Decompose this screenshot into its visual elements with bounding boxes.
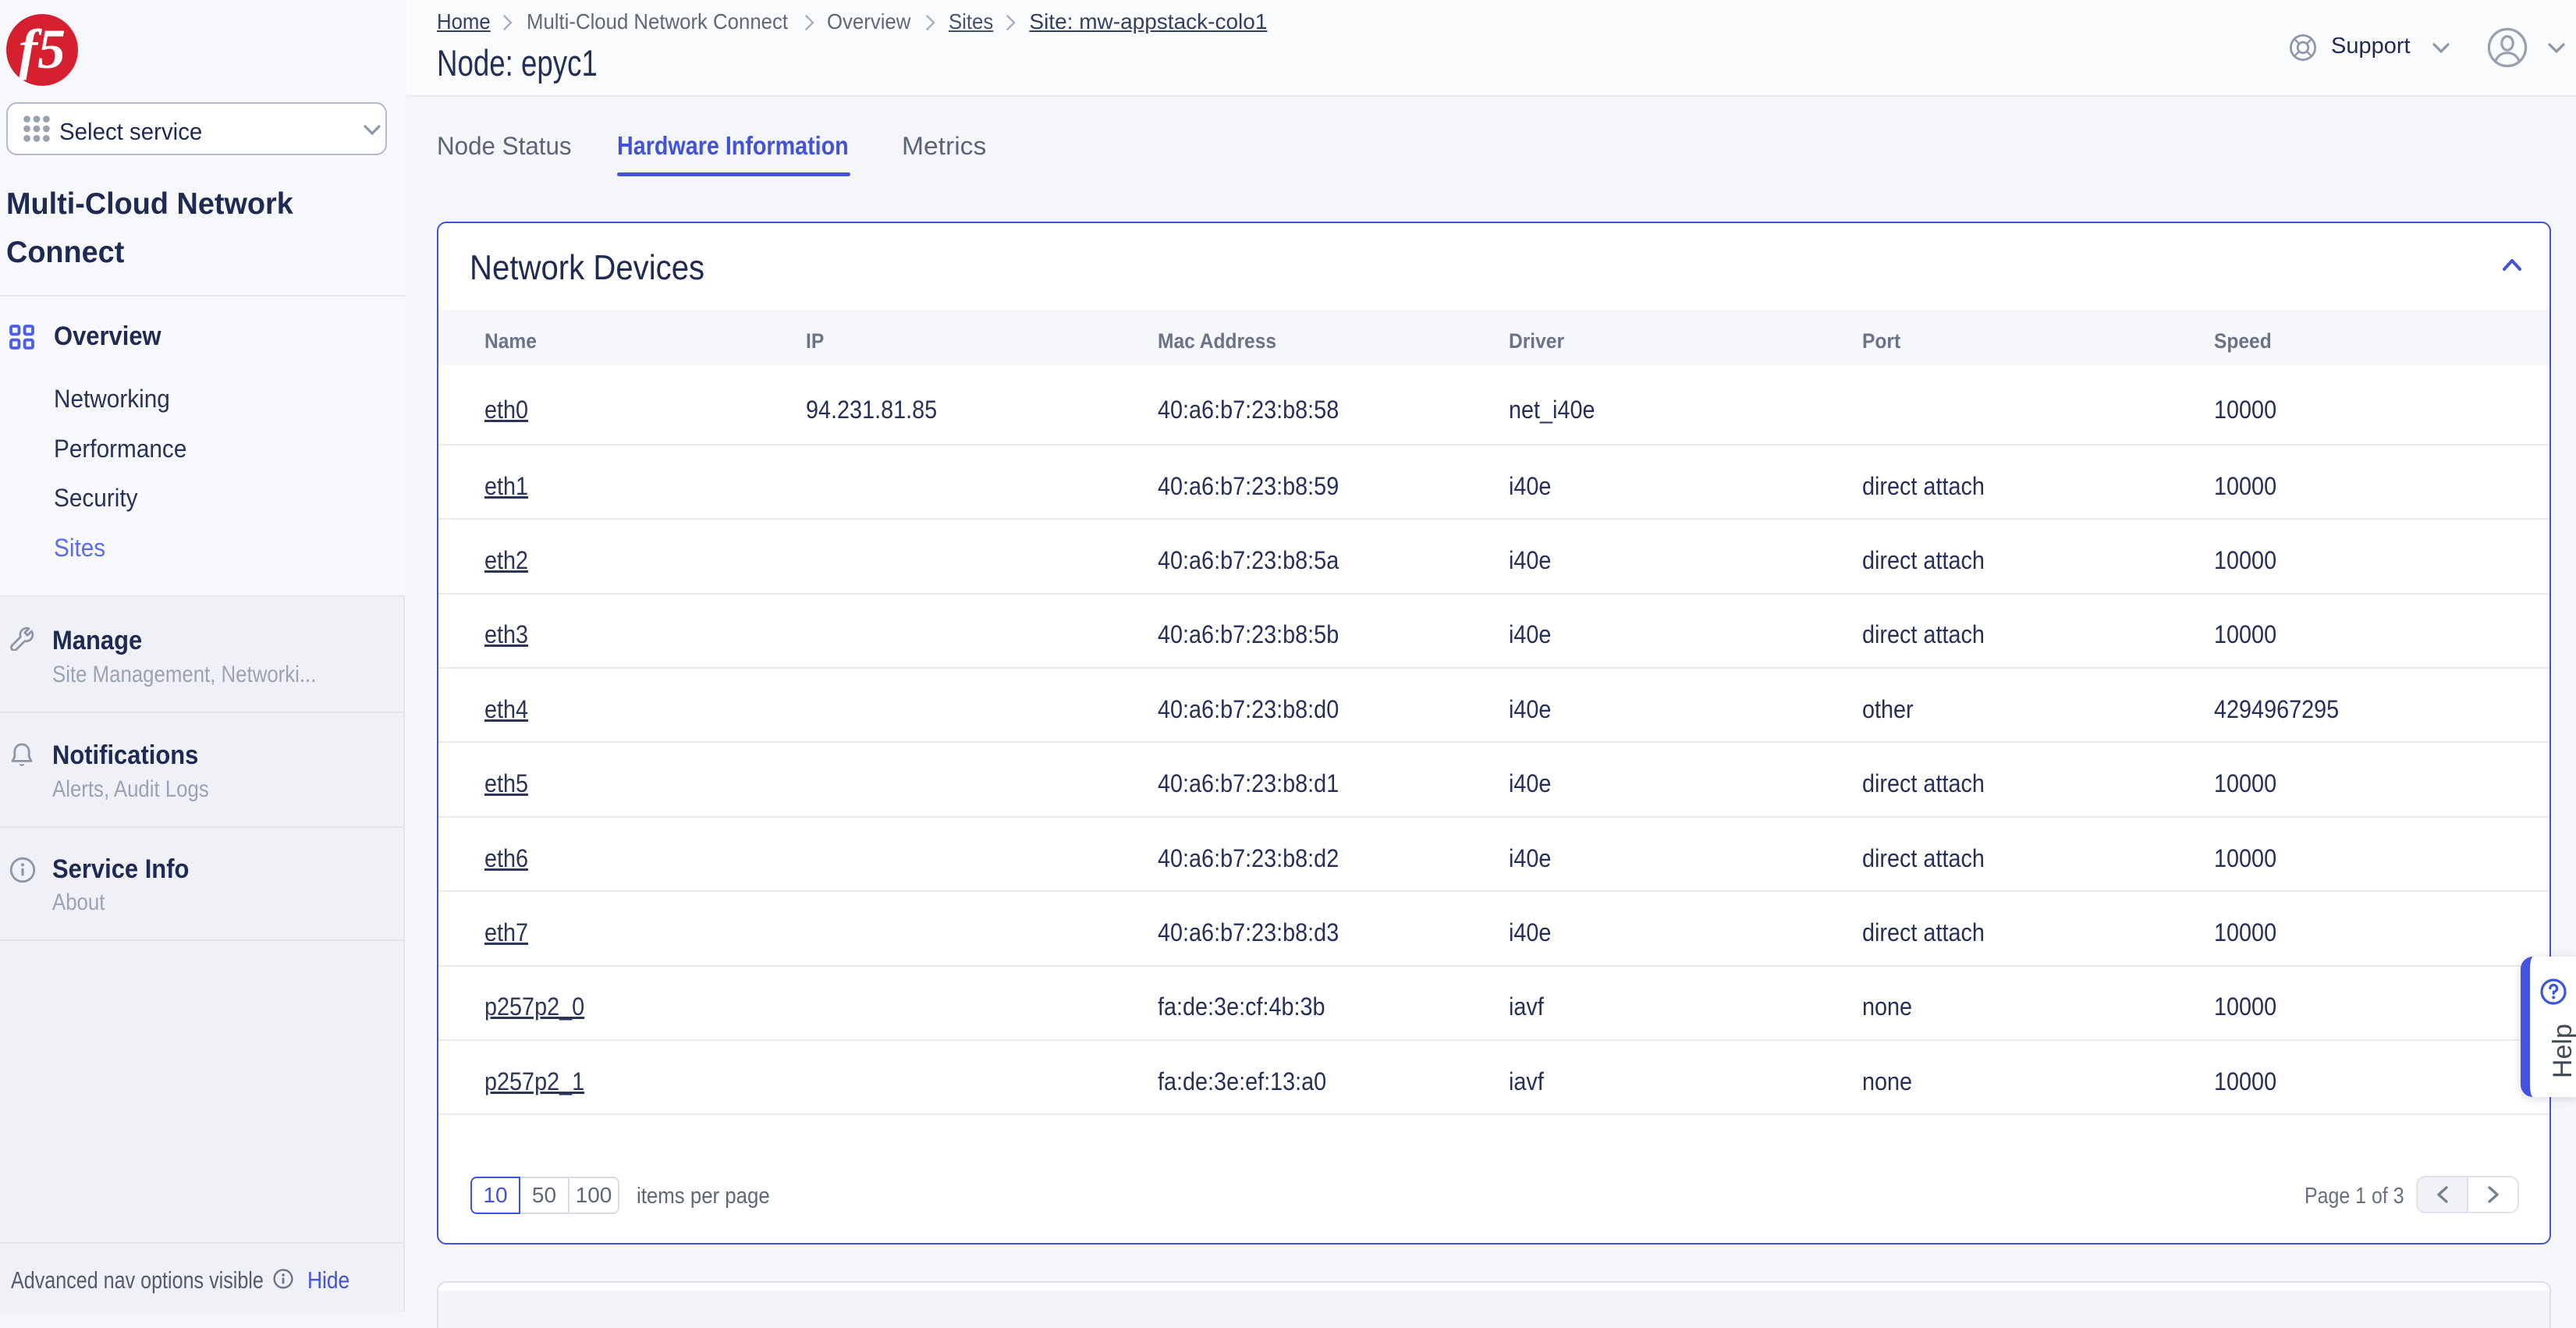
svg-text:f5: f5 (19, 18, 66, 80)
